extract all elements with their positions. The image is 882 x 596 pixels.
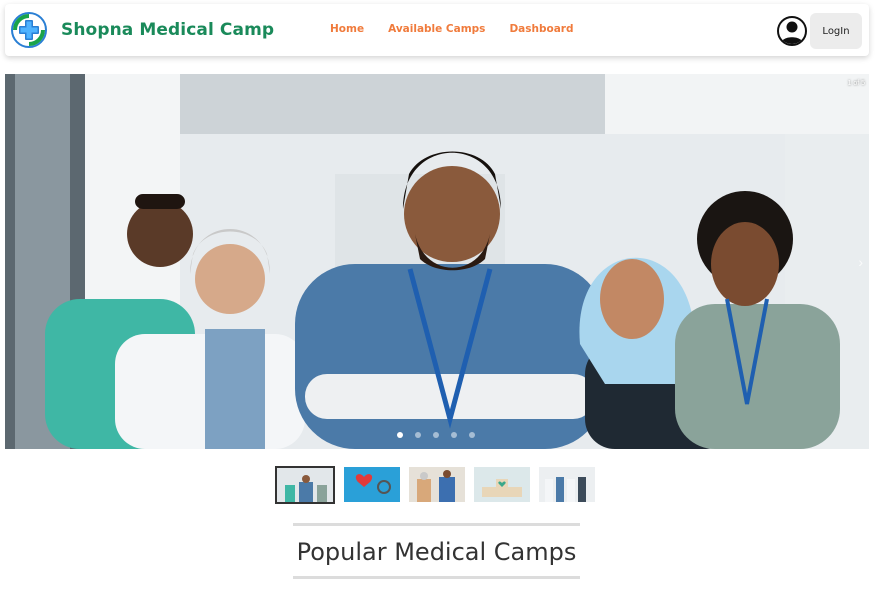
user-avatar-icon[interactable] [777,16,807,46]
navbar: Shopna Medical Camp Home Available Camps… [5,4,869,56]
carousel-dot-5[interactable] [469,432,475,438]
section-title: Popular Medical Camps [296,538,577,566]
carousel-dot-3[interactable] [433,432,439,438]
medical-cross-logo-icon [11,12,47,48]
carousel-dot-1[interactable] [397,432,403,438]
carousel-dot-4[interactable] [451,432,457,438]
hero-carousel[interactable]: 1 of 5 › [5,74,869,449]
thumbnail-elderly-care[interactable] [409,467,465,502]
nav-link-home[interactable]: Home [330,23,364,35]
carousel-thumbnails [275,466,604,504]
brand-name: Shopna Medical Camp [61,20,275,40]
thumbnail-staff-group[interactable] [539,467,595,502]
thumbnail-doctors-team[interactable] [275,466,335,504]
carousel-dot-2[interactable] [415,432,421,438]
nav-link-dashboard[interactable]: Dashboard [509,23,573,35]
thumbnail-stethoscope-heart[interactable] [344,467,400,502]
slide-counter: 1 of 5 [847,80,865,87]
chevron-right-icon[interactable]: › [858,254,863,270]
nav-links: Home Available Camps Dashboard [330,23,597,35]
hero-image-doctors-team [5,74,869,449]
carousel-dots [397,432,487,438]
thumbnail-medical-blocks[interactable] [474,467,530,502]
login-button[interactable]: LogIn [810,13,862,49]
brand[interactable]: Shopna Medical Camp [11,12,274,48]
nav-link-available-camps[interactable]: Available Camps [388,23,485,35]
divider [293,576,580,579]
section-header: Popular Medical Camps [293,523,580,579]
